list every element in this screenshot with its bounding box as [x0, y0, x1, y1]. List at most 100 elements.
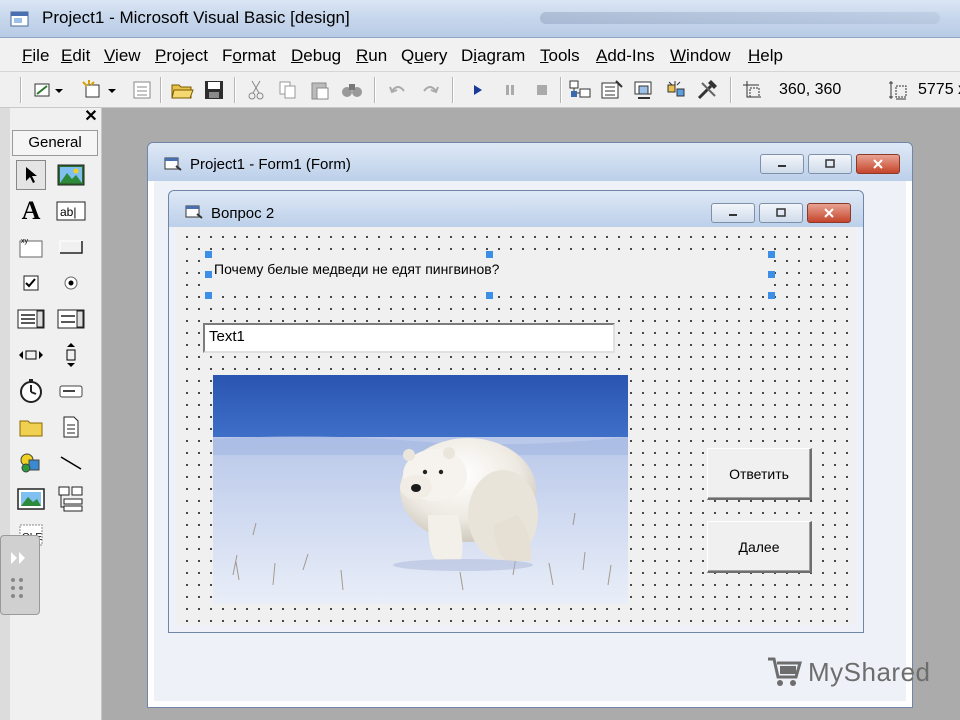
label-tool-icon[interactable]: A [16, 196, 46, 226]
save-icon[interactable] [200, 78, 228, 102]
cut-icon[interactable] [242, 78, 270, 102]
dirlistbox-tool-icon[interactable] [16, 412, 46, 442]
image-tool-icon[interactable] [16, 484, 46, 514]
app-titlebar: Project1 - Microsoft Visual Basic [desig… [0, 0, 960, 38]
menu-item-edit[interactable]: Edit [61, 46, 90, 66]
next-button[interactable]: Далее [707, 521, 812, 573]
menu-item-query[interactable]: Query [401, 46, 447, 66]
menu-editor-icon[interactable] [128, 78, 156, 102]
checkbox-tool-icon[interactable] [16, 268, 46, 298]
minimize-icon [729, 214, 737, 216]
redo-icon[interactable] [416, 78, 444, 102]
side-dock-panel[interactable] [0, 535, 40, 615]
menu-item-tools[interactable]: Tools [540, 46, 580, 66]
project-explorer-icon[interactable] [566, 78, 594, 102]
question-label-text: Почему белые медведи не едят пингвинов? [214, 261, 500, 277]
optionbutton-tool-icon[interactable] [56, 268, 86, 298]
drivelistbox-tool-icon[interactable] [56, 376, 86, 406]
polar-bear-picture[interactable] [213, 375, 628, 604]
menu-item-debug[interactable]: Debug [291, 46, 341, 66]
vscrollbar-tool-icon[interactable] [56, 340, 86, 370]
toolbar-separator [160, 77, 162, 103]
hscrollbar-tool-icon[interactable] [16, 340, 46, 370]
toolbar-grip [20, 77, 22, 103]
child-close-button[interactable] [807, 203, 851, 223]
find-icon[interactable] [338, 78, 366, 102]
properties-window-icon[interactable] [598, 78, 626, 102]
toolbox-close-icon[interactable]: ✕ [82, 108, 100, 126]
form-layout-icon[interactable] [630, 78, 658, 102]
resize-handle-w[interactable] [205, 271, 212, 278]
filelistbox-tool-icon[interactable] [56, 412, 86, 442]
toolbox-tab-general[interactable]: General [12, 130, 98, 156]
svg-text:xy: xy [21, 238, 29, 245]
resize-handle-n[interactable] [486, 251, 493, 258]
pause-icon[interactable] [496, 78, 524, 102]
resize-handle-sw[interactable] [205, 292, 212, 299]
size-readout: 5775 x [918, 81, 960, 98]
shape-tool-icon[interactable] [16, 448, 46, 478]
text1-value: Text1 [209, 328, 245, 345]
picturebox-tool-icon[interactable] [56, 160, 86, 190]
frame-tool-icon[interactable]: xy [16, 232, 46, 262]
close-icon [824, 208, 834, 218]
resize-handle-ne[interactable] [768, 251, 775, 258]
menu-item-file[interactable]: File [22, 46, 49, 66]
add-project-icon[interactable] [30, 78, 70, 102]
child-maximize-button[interactable] [759, 203, 803, 223]
app-title: Project1 - Microsoft Visual Basic [desig… [42, 8, 350, 27]
combobox-tool-icon[interactable] [16, 304, 46, 334]
form-window-title: Project1 - Form1 (Form) [190, 156, 351, 173]
menu-item-add-ins[interactable]: Add-Ins [596, 46, 655, 66]
toolbar-separator [452, 77, 454, 103]
vb-ide: Project1 - Microsoft Visual Basic [desig… [0, 0, 960, 720]
pointer-tool-icon[interactable] [16, 160, 46, 190]
question-label[interactable]: Почему белые медведи не едят пингвинов? [208, 254, 772, 296]
resize-handle-s[interactable] [486, 292, 493, 299]
question-window-icon [185, 205, 203, 219]
paste-icon[interactable] [306, 78, 334, 102]
menu-item-project[interactable]: Project [155, 46, 208, 66]
child-minimize-button[interactable] [711, 203, 755, 223]
run-icon[interactable] [464, 78, 492, 102]
resize-handle-se[interactable] [768, 292, 775, 299]
add-form-icon[interactable] [78, 78, 122, 102]
resize-handle-e[interactable] [768, 271, 775, 278]
position-icon [738, 78, 766, 102]
toolbox-icon[interactable] [694, 78, 722, 102]
menu-item-window[interactable]: Window [670, 46, 730, 66]
answer-button[interactable]: Ответить [707, 448, 812, 500]
menu-item-diagram[interactable]: Diagram [461, 46, 525, 66]
menu-item-view[interactable]: View [104, 46, 141, 66]
data-tool-icon[interactable] [56, 484, 86, 514]
menu-item-format[interactable]: Format [222, 46, 276, 66]
form-window-titlebar[interactable]: Project1 - Form1 (Form) [148, 143, 912, 181]
question-window-titlebar[interactable]: Вопрос 2 [169, 191, 863, 227]
minimize-button[interactable] [760, 154, 804, 174]
menu-item-help[interactable]: Help [748, 46, 783, 66]
size-icon [884, 78, 912, 102]
maximize-icon [776, 208, 786, 217]
polar-bear-image [213, 375, 628, 604]
copy-icon[interactable] [274, 78, 302, 102]
minimize-icon [778, 165, 786, 167]
line-tool-icon[interactable] [56, 448, 86, 478]
close-button[interactable] [856, 154, 900, 174]
menu-item-run[interactable]: Run [356, 46, 387, 66]
toolbox-panel: ✕ General A ab| xy [10, 108, 102, 720]
undo-icon[interactable] [384, 78, 412, 102]
toolbar-separator [730, 77, 732, 103]
listbox-tool-icon[interactable] [56, 304, 86, 334]
text1-textbox[interactable]: Text1 [203, 323, 615, 353]
blurred-title-area [540, 12, 940, 24]
textbox-tool-icon[interactable]: ab| [56, 196, 86, 226]
resize-handle-nw[interactable] [205, 251, 212, 258]
form-window-icon [164, 157, 182, 171]
menu-bar: File Edit View Project Format Debug Run Query Di… [0, 38, 960, 72]
open-folder-icon[interactable] [168, 78, 196, 102]
stop-icon[interactable] [528, 78, 556, 102]
timer-tool-icon[interactable] [16, 376, 46, 406]
commandbutton-tool-icon[interactable] [56, 232, 86, 262]
object-browser-icon[interactable] [662, 78, 690, 102]
maximize-button[interactable] [808, 154, 852, 174]
